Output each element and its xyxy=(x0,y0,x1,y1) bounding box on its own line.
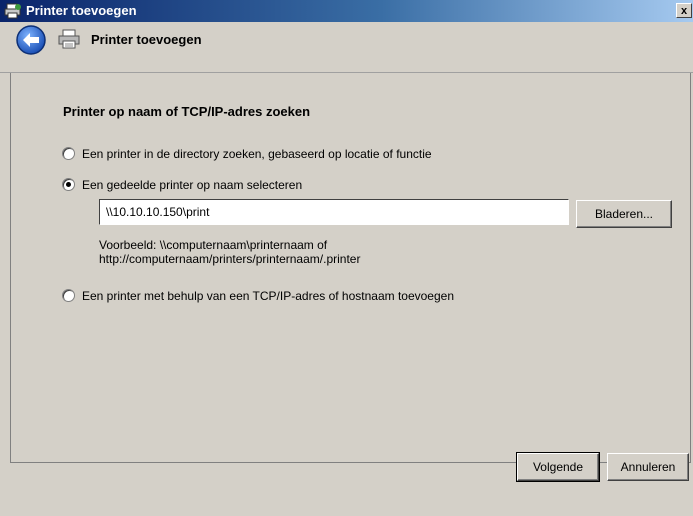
window-title: Printer toevoegen xyxy=(26,3,137,18)
option-label: Een printer met behulp van een TCP/IP-ad… xyxy=(82,289,455,303)
option-directory-search[interactable]: Een printer in de directory zoeken, geba… xyxy=(62,146,542,162)
next-button[interactable]: Volgende xyxy=(516,452,600,482)
option-label: Een printer in de directory zoeken, geba… xyxy=(82,147,432,161)
printer-icon xyxy=(58,29,80,49)
title-bar: Printer toevoegen x xyxy=(0,0,693,22)
example-line-2: http://computernaam/printers/printernaam… xyxy=(99,252,361,266)
option-tcpip-address[interactable]: Een printer met behulp van een TCP/IP-ad… xyxy=(62,288,542,304)
radio-button[interactable] xyxy=(62,289,75,302)
example-line-1: Voorbeeld: \\computernaam\printernaam of xyxy=(99,238,328,252)
option-shared-printer-by-name[interactable]: Een gedeelde printer op naam selecteren xyxy=(62,177,382,193)
close-button[interactable]: x xyxy=(676,3,692,18)
printer-path-input[interactable] xyxy=(99,199,569,225)
example-text: Voorbeeld: \\computernaam\printernaam of… xyxy=(99,238,360,266)
cancel-button[interactable]: Annuleren xyxy=(607,453,689,481)
printer-add-icon xyxy=(4,3,22,19)
back-arrow-icon xyxy=(16,25,46,55)
browse-button[interactable]: Bladeren... xyxy=(576,200,672,228)
page-title: Printer toevoegen xyxy=(91,32,202,47)
section-title: Printer op naam of TCP/IP-adres zoeken xyxy=(63,104,311,119)
radio-button[interactable] xyxy=(62,147,75,160)
radio-selected-dot xyxy=(66,182,71,187)
radio-button[interactable] xyxy=(62,178,75,191)
wizard-header xyxy=(0,22,693,73)
back-button[interactable] xyxy=(15,24,47,56)
option-label: Een gedeelde printer op naam selecteren xyxy=(82,178,303,192)
content-panel xyxy=(10,73,691,463)
close-icon: x xyxy=(680,5,688,17)
